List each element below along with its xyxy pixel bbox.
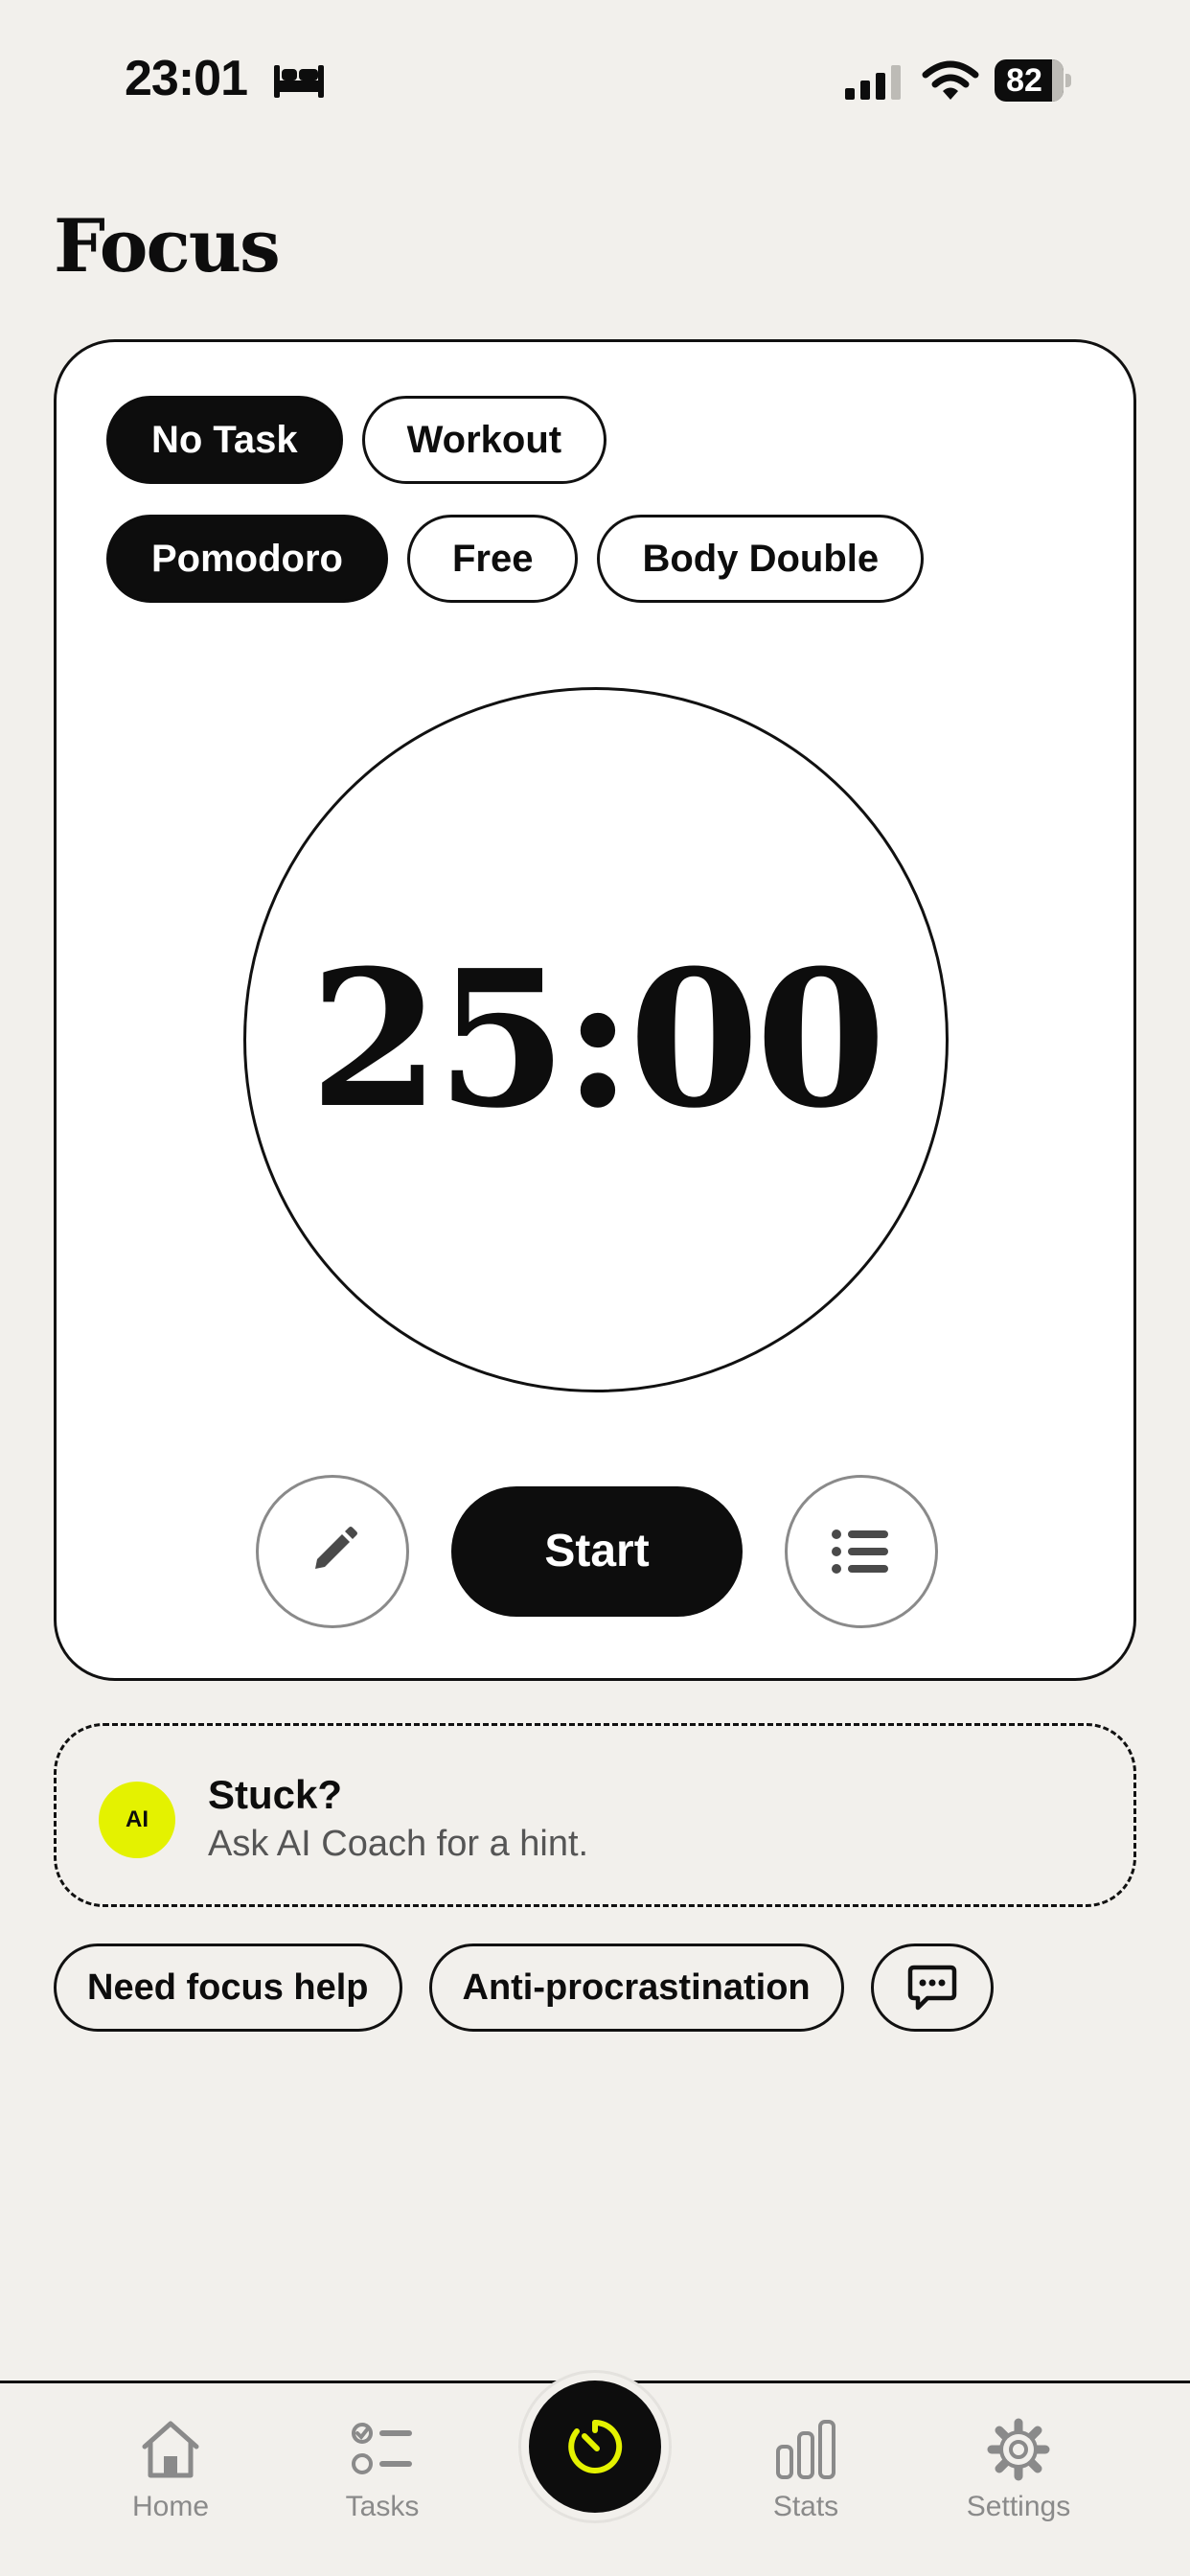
chip-no-task[interactable]: No Task — [106, 396, 343, 484]
page-title: Focus — [54, 203, 281, 288]
mode-chip-row: Pomodoro Free Body Double — [106, 515, 925, 603]
tab-tasks-label: Tasks — [345, 2491, 420, 2522]
list-icon — [832, 1530, 888, 1574]
stats-icon — [776, 2420, 835, 2479]
pencil-icon — [315, 1527, 357, 1569]
chip-pomodoro[interactable]: Pomodoro — [106, 515, 388, 603]
tab-settings[interactable]: Settings — [932, 2418, 1105, 2542]
tab-home-label: Home — [131, 2491, 210, 2522]
timer-card: No Task Workout Pomodoro Free Body Doubl… — [54, 339, 1136, 1681]
timer-icon — [568, 2419, 623, 2473]
start-button[interactable]: Start — [451, 1486, 743, 1617]
battery-icon: 82 — [995, 59, 1071, 102]
quick-actions: Need focus help Anti-procrastination — [54, 1944, 994, 2032]
session-list-button[interactable] — [785, 1475, 938, 1628]
timer-dial: 25:00 — [243, 687, 949, 1392]
bed-icon — [274, 65, 324, 98]
tab-tasks[interactable]: Tasks — [296, 2418, 469, 2542]
chip-body-double[interactable]: Body Double — [597, 515, 925, 603]
tab-stats-label: Stats — [772, 2491, 839, 2522]
ai-badge: AI — [99, 1782, 175, 1858]
cellular-signal-icon — [845, 65, 901, 100]
status-bar: 23:01 82 — [0, 0, 1190, 163]
tab-stats[interactable]: Stats — [720, 2418, 892, 2542]
task-chip-row: No Task Workout — [106, 396, 607, 484]
chat-bubble-icon — [907, 1965, 956, 2011]
chat-button[interactable] — [870, 1944, 994, 2032]
coach-subtitle: Ask AI Coach for a hint. — [208, 1824, 589, 1864]
focus-timer-tab[interactable] — [521, 2373, 669, 2520]
battery-level: 82 — [1006, 62, 1042, 99]
timer-display: 25:00 — [309, 930, 886, 1150]
status-time: 23:01 — [125, 51, 248, 106]
tasks-icon — [352, 2423, 412, 2474]
settings-icon — [987, 2418, 1050, 2481]
home-icon — [142, 2421, 199, 2478]
quick-chip-focus-help[interactable]: Need focus help — [54, 1944, 402, 2032]
coach-title: Stuck? — [208, 1772, 343, 1817]
ai-coach-card[interactable]: AI Stuck? Ask AI Coach for a hint. — [54, 1723, 1136, 1907]
edit-button[interactable] — [256, 1475, 409, 1628]
wifi-icon — [922, 60, 979, 100]
timer-controls: Start — [57, 1475, 1139, 1628]
quick-chip-anti-procrastination[interactable]: Anti-procrastination — [428, 1944, 844, 2032]
tab-home[interactable]: Home — [84, 2418, 257, 2542]
tab-settings-label: Settings — [966, 2491, 1071, 2522]
chip-workout[interactable]: Workout — [361, 396, 607, 484]
chip-free[interactable]: Free — [406, 515, 579, 603]
